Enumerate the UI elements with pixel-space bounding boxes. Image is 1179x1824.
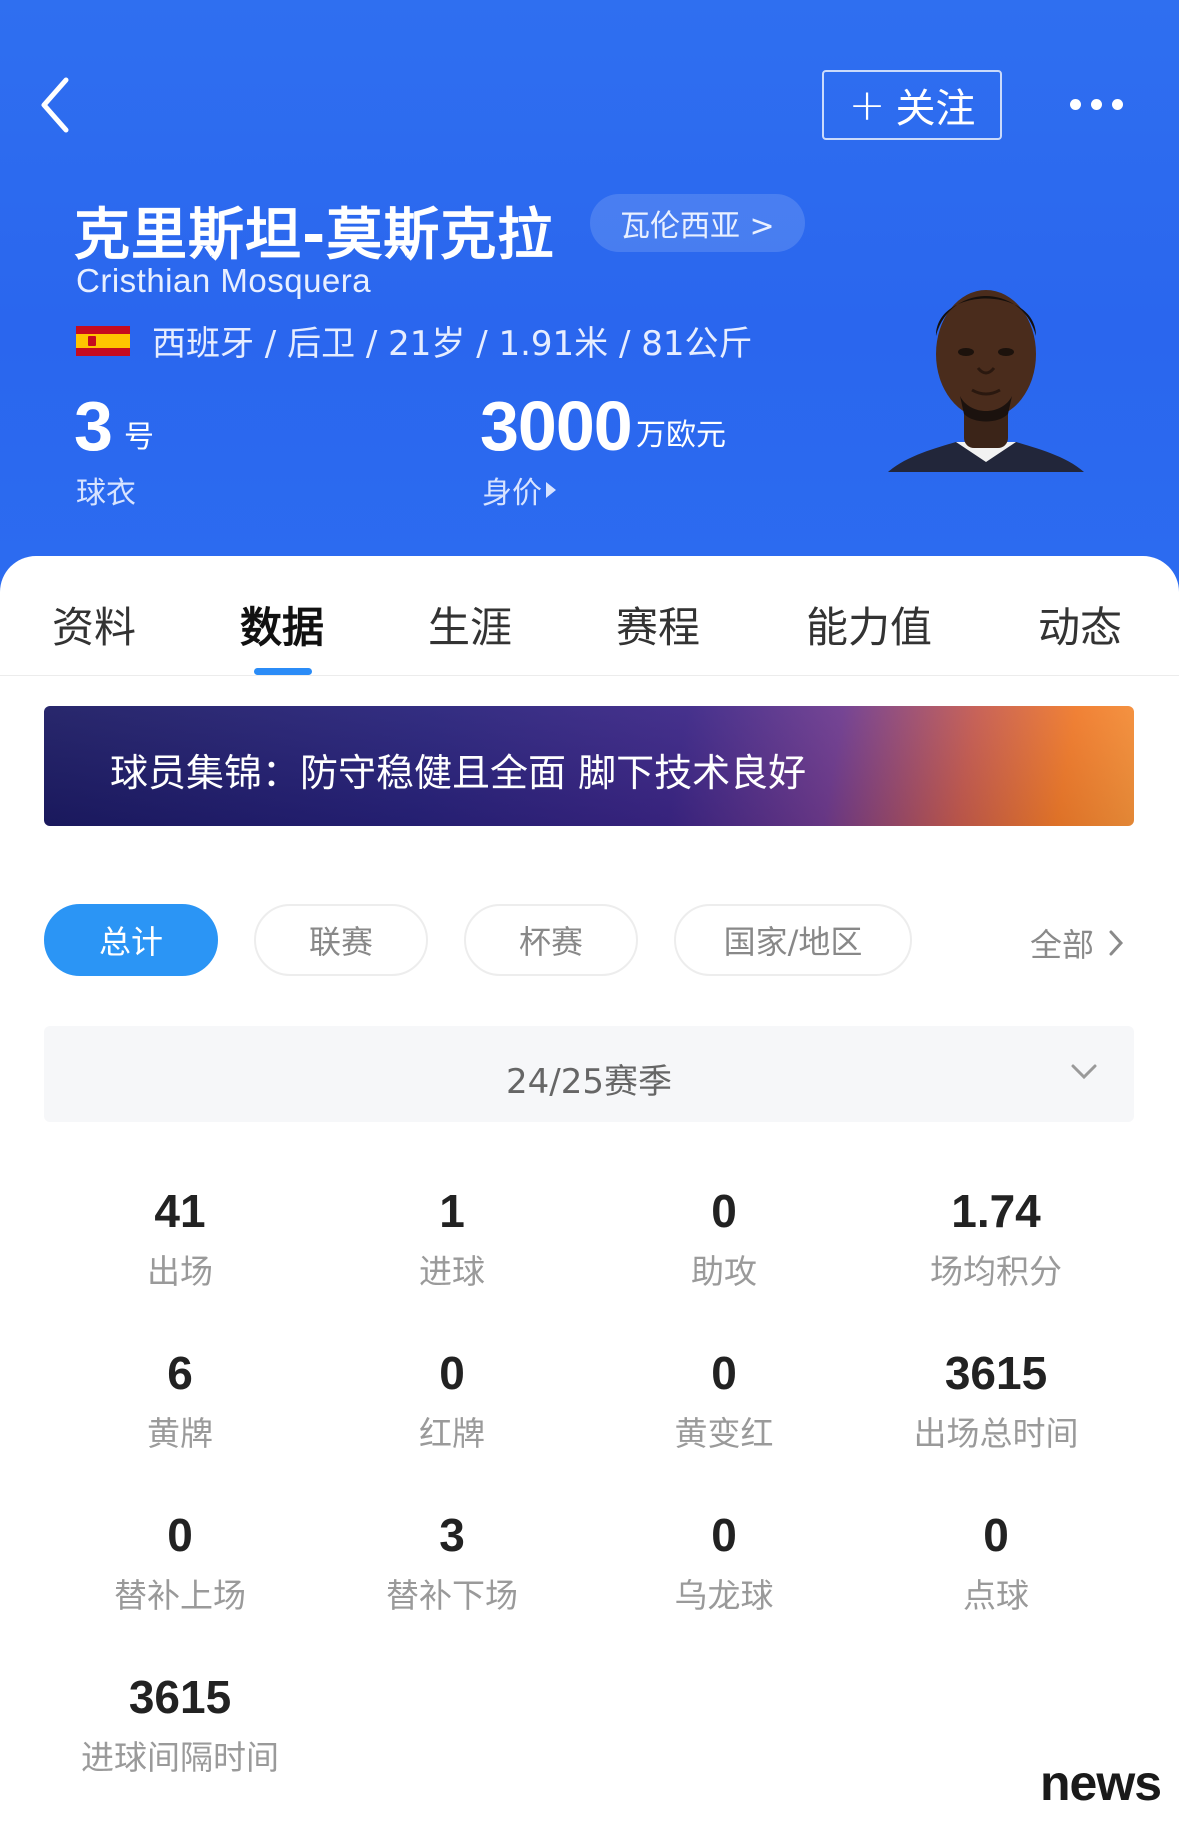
more-dots-icon[interactable] (1070, 92, 1132, 116)
stat-label: 出场总时间 (913, 1414, 1079, 1453)
stat-value: 3 (439, 1509, 465, 1561)
filter-league[interactable]: 联赛 (254, 904, 428, 976)
stat-value: 3615 (944, 1347, 1048, 1399)
filter-all-label: 全部 (1030, 926, 1095, 964)
stat-label: 进球 (419, 1252, 485, 1291)
market-value-unit: 万欧元 (636, 418, 726, 453)
stat-label: 点球 (963, 1576, 1029, 1615)
stat-label: 场均积分 (930, 1252, 1062, 1291)
stat-label: 助攻 (691, 1252, 757, 1291)
banner-text: 球员集锦：防守稳健且全面 脚下技术良好 (110, 751, 807, 795)
tab-schedule[interactable]: 赛程 (616, 594, 700, 655)
stat-value: 0 (711, 1185, 737, 1237)
market-value-label: 身价 (482, 476, 542, 511)
stat-value: 41 (154, 1185, 206, 1237)
tab-ability[interactable]: 能力值 (806, 594, 932, 655)
content-card: 资料 数据 生涯 赛程 能力值 动态 球员集锦：防守稳健且全面 脚下技术良好 总… (0, 556, 1179, 1824)
tabs-divider (0, 675, 1179, 676)
filter-national[interactable]: 国家/地区 (674, 904, 912, 976)
filter-total[interactable]: 总计 (44, 904, 218, 976)
stat-appearances: 41 出场 (45, 1184, 315, 1292)
stat-sub-on: 0 替补上场 (45, 1508, 315, 1616)
jersey-label: 球衣 (76, 476, 136, 511)
stat-yellow-cards: 6 黄牌 (45, 1346, 315, 1454)
season-label: 24/25赛季 (506, 1062, 672, 1102)
stat-label: 出场 (147, 1252, 213, 1291)
back-arrow-icon[interactable] (34, 70, 84, 140)
stat-value: 0 (167, 1509, 193, 1561)
follow-button[interactable]: + 关注 (822, 70, 1002, 140)
plus-icon: + (848, 79, 886, 131)
stat-label: 黄变红 (674, 1414, 774, 1453)
stat-second-yellow: 0 黄变红 (589, 1346, 859, 1454)
chevron-down-icon (1071, 1064, 1097, 1080)
player-info-line: 西班牙 / 后卫 / 21岁 / 1.91米 / 81公斤 (76, 316, 753, 365)
stat-minutes-played: 3615 出场总时间 (861, 1346, 1131, 1454)
stat-assists: 0 助攻 (589, 1184, 859, 1292)
flag-spain-icon (76, 325, 130, 356)
chevron-right-icon (1109, 930, 1124, 956)
stat-own-goals: 0 乌龙球 (589, 1508, 859, 1616)
stat-value: 3615 (128, 1671, 232, 1723)
season-selector[interactable]: 24/25赛季 (44, 1026, 1134, 1122)
player-name-en: Cristhian Mosquera (76, 262, 372, 299)
stat-sub-off: 3 替补下场 (317, 1508, 587, 1616)
tab-bar: 资料 数据 生涯 赛程 能力值 动态 (0, 594, 1179, 674)
jersey-number: 3 (74, 387, 113, 465)
highlight-banner[interactable]: 球员集锦：防守稳健且全面 脚下技术良好 (44, 706, 1134, 826)
active-tab-indicator (254, 668, 312, 675)
player-photo (888, 290, 1084, 472)
stat-penalties: 0 点球 (861, 1508, 1131, 1616)
filter-cup[interactable]: 杯赛 (464, 904, 638, 976)
stat-label: 替补下场 (386, 1576, 518, 1615)
tab-stats[interactable]: 数据 (240, 594, 324, 655)
market-value-link[interactable]: 身价 (482, 468, 556, 512)
follow-label: 关注 (895, 86, 976, 132)
player-info-text: 西班牙 / 后卫 / 21岁 / 1.91米 / 81公斤 (152, 324, 753, 364)
player-name-cn: 克里斯坦-莫斯克拉 (74, 203, 555, 268)
tab-career[interactable]: 生涯 (428, 594, 512, 655)
stat-label: 替补上场 (114, 1576, 246, 1615)
stat-points-per-game: 1.74 场均积分 (861, 1184, 1131, 1292)
stat-value: 0 (439, 1347, 465, 1399)
watermark: news (1040, 1755, 1162, 1811)
stat-minutes-per-goal: 3615 进球间隔时间 (45, 1670, 315, 1778)
stat-value: 0 (983, 1509, 1009, 1561)
stat-value: 6 (167, 1347, 193, 1399)
stat-label: 黄牌 (147, 1414, 213, 1453)
stat-value: 0 (711, 1347, 737, 1399)
stat-label: 乌龙球 (674, 1576, 774, 1615)
stat-value: 1 (439, 1185, 465, 1237)
club-link[interactable]: 瓦伦西亚 > (590, 194, 805, 252)
stat-goals: 1 进球 (317, 1184, 587, 1292)
stat-value: 1.74 (951, 1185, 1041, 1237)
stat-label: 进球间隔时间 (81, 1738, 279, 1777)
jersey-unit: 号 (124, 420, 154, 455)
player-header: + 关注 克里斯坦-莫斯克拉 瓦伦西亚 > Cristhian Mosquera… (0, 0, 1179, 600)
stat-red-cards: 0 红牌 (317, 1346, 587, 1454)
triangle-right-icon (546, 482, 556, 498)
tab-news[interactable]: 动态 (1038, 594, 1122, 655)
filter-all-link[interactable]: 全部 (1030, 920, 1124, 966)
market-value: 3000 (480, 387, 633, 465)
tab-profile[interactable]: 资料 (52, 594, 136, 655)
stat-label: 红牌 (419, 1414, 485, 1453)
stat-value: 0 (711, 1509, 737, 1561)
